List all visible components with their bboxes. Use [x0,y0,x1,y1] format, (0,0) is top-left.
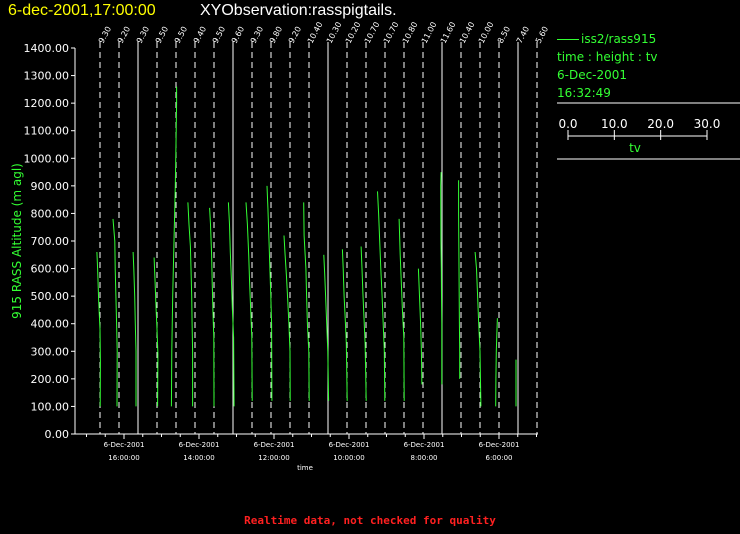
profile-label: 9.30 [135,25,151,45]
legend-instrument-row: iss2/rass915 [557,30,740,48]
x-tick-time: 8:00:00 [411,454,438,462]
tv-profiles [96,86,517,407]
legend-instrument: iss2/rass915 [581,32,657,46]
profile-label: 10.70 [382,20,401,44]
profile-label: 9.60 [230,25,246,45]
tv-profile-line [283,235,291,401]
profile-label: 9.20 [287,25,303,45]
profile-label: 8.50 [496,25,512,45]
legend-scale-tick-label: 20.0 [647,117,674,131]
profile-baselines: 9.30 9.20 9.30 9.50 9.50 9.40 9.50 9.60 9.30 9.80… [97,20,550,434]
tv-profile-line [377,191,386,401]
x-tick-date: 6-Dec-2001 [404,441,445,449]
profile-label: 11.00 [420,20,439,44]
y-tick-label: 400.00 [31,318,70,331]
y-tick-label: 1100.00 [24,125,70,138]
legend-time: 16:32:49 [557,86,611,100]
y-tick-label: 0.00 [45,428,70,441]
profile-label: 10.40 [458,20,477,44]
y-tick-label: 600.00 [31,263,70,276]
profile-label: 9.40 [192,25,208,45]
tv-profile-line [112,218,118,407]
tv-profile-line [360,246,367,401]
tv-profile-line [245,202,253,401]
y-tick-label: 300.00 [31,345,70,358]
x-tick-date: 6-Dec-2001 [329,441,370,449]
legend-scale-tick-label: 0.0 [558,117,577,131]
tv-profile-line [266,185,273,401]
profile-label: 7.40 [515,25,531,45]
x-tick-date: 6-Dec-2001 [104,441,145,449]
rass-plot-window: { "header": { "datetime": "6-dec-2001,17… [0,0,740,534]
profile-label: 9.50 [154,25,170,45]
x-tick-time: 14:00:00 [183,454,214,462]
legend-scale: 0.0 10.0 20.0 30.0 tv [557,102,740,160]
legend: iss2/rass915 time : height : tv 6-Dec-20… [557,30,740,162]
tv-profile-line [417,268,423,385]
profile-label: 9.20 [116,25,132,45]
x-tick-date: 6-Dec-2001 [479,441,520,449]
y-tick-label: 700.00 [31,235,70,248]
profile-label: 10.20 [344,20,363,44]
y-tick-label: 200.00 [31,373,70,386]
profile-label: 11.60 [439,20,458,44]
tv-profile-line [153,257,159,407]
y-axis-label: 915 RASS Altitude (m agl) [10,163,24,319]
quality-warning: Realtime data, not checked for quality [244,514,496,527]
tv-profile-line [458,180,461,379]
y-tick-label: 800.00 [31,207,70,220]
y-tick-label: 900.00 [31,180,70,193]
y-tick-label: 1300.00 [24,70,70,83]
profile-label: 10.70 [363,20,382,44]
tv-profile-line [303,202,310,401]
profile-label: 9.50 [173,25,189,45]
profile-label: 9.50 [211,25,227,45]
legend-scale-tick-label: 30.0 [694,117,721,131]
legend-date: 6-Dec-2001 [557,68,628,82]
x-tick-time: 16:00:00 [108,454,139,462]
profile-label: 5.60 [534,25,550,45]
profile-label: 9.30 [97,25,113,45]
y-tick-label: 1400.00 [24,42,70,55]
y-tick-label: 1200.00 [24,97,70,110]
x-axis-label: time [297,464,313,472]
tv-profile-line [132,251,137,407]
x-tick-time: 12:00:00 [258,454,289,462]
legend-scale-label: tv [629,141,641,155]
legend-line-swatch [557,39,579,40]
profile-label: 9.80 [268,25,284,45]
tv-profile-line [187,202,194,407]
legend-scale-ticks: 0.0 10.0 20.0 30.0 [558,117,720,140]
y-tick-label: 100.00 [31,400,70,413]
x-tick-date: 6-Dec-2001 [179,441,220,449]
profile-label: 10.00 [477,20,496,44]
tv-profile-line [341,249,348,401]
y-tick-label: 500.00 [31,290,70,303]
profile-label: 10.40 [306,20,325,44]
profile-label: 10.80 [401,20,420,44]
tv-profile-line [209,207,215,407]
x-tick-time: 6:00:00 [486,454,513,462]
profile-label: 10.30 [325,20,344,44]
x-tick-time: 10:00:00 [333,454,364,462]
y-tick-label: 1000.00 [24,152,70,165]
x-tick-date: 6-Dec-2001 [254,441,295,449]
tv-profile-line [495,318,498,407]
tv-profile-line [398,218,405,401]
profile-label: 9.30 [249,25,265,45]
legend-scale-tick-label: 10.0 [601,117,628,131]
legend-axes-desc: time : height : tv [557,50,658,64]
